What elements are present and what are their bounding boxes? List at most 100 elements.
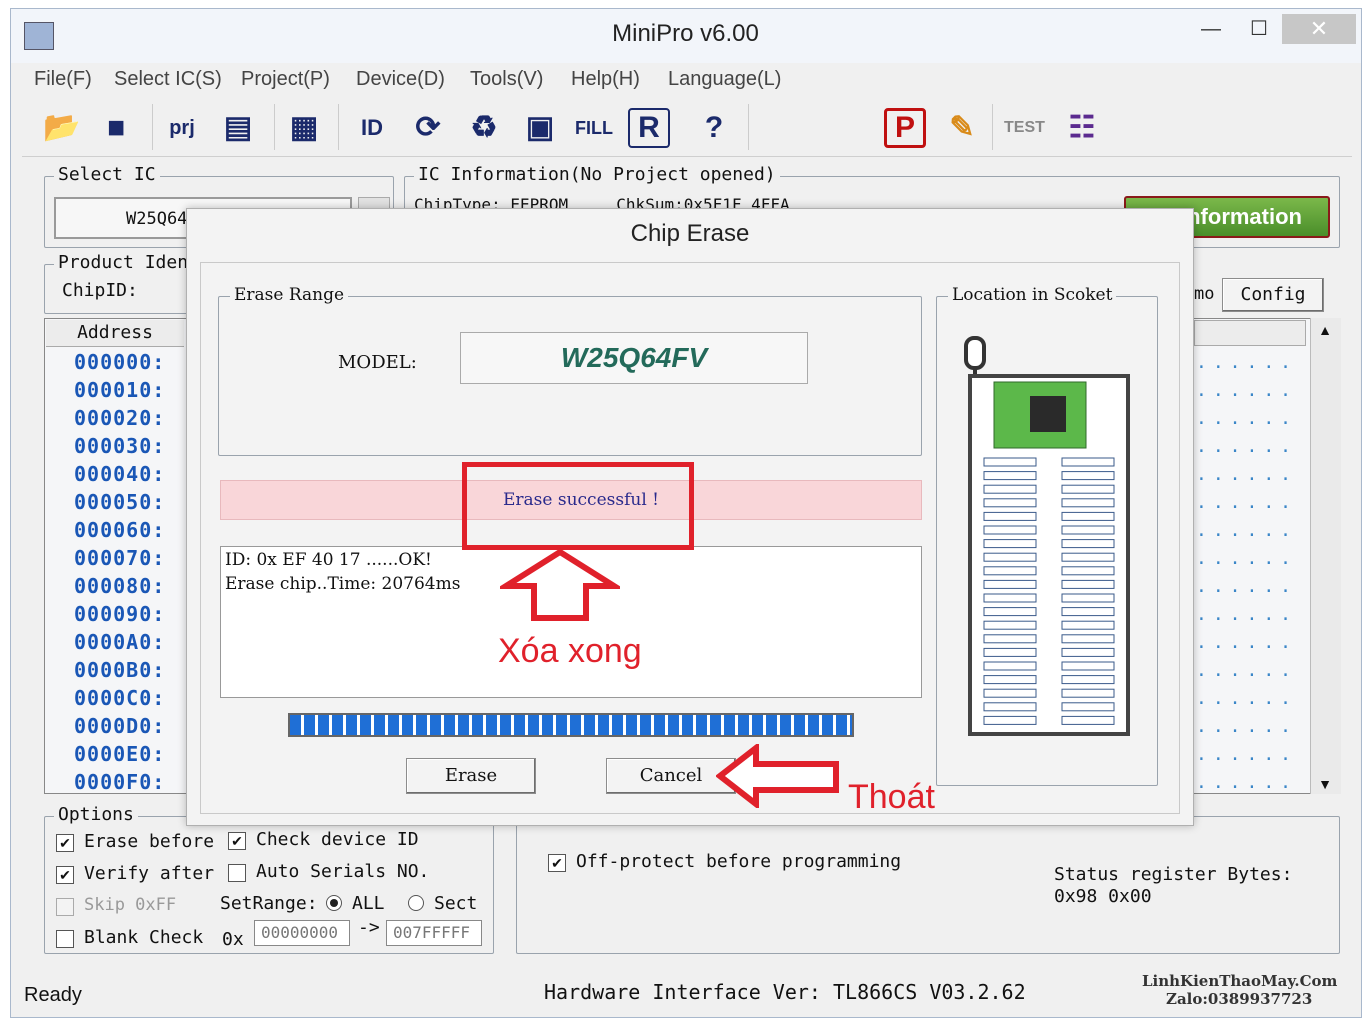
read-id-icon[interactable]: ID	[352, 108, 392, 148]
hex-ascii-row: ......	[1196, 604, 1298, 625]
maximize-button[interactable]: ☐	[1244, 14, 1274, 44]
skip-ff-label: Skip 0xFF	[84, 895, 177, 915]
range-all-radio[interactable]	[326, 895, 342, 911]
socket-pin	[983, 661, 1037, 671]
verify-icon[interactable]: ♻	[464, 108, 504, 148]
read-chip-icon[interactable]: R	[628, 108, 670, 148]
dialog-title: Chip Erase	[630, 220, 750, 247]
set-range-label: SetRange:	[220, 893, 318, 914]
address-row: 000030:	[74, 434, 166, 458]
range-sect-radio[interactable]	[408, 895, 424, 911]
socket-pin	[1061, 661, 1115, 671]
hex-ascii-row: ......	[1196, 436, 1298, 457]
edit-icon[interactable]: ✎	[942, 108, 982, 148]
done-annotation-text: Xóa xong	[498, 632, 642, 670]
socket-pin	[983, 539, 1037, 549]
model-value: W25Q64FV	[460, 332, 808, 384]
menu-project[interactable]: Project(P)	[241, 68, 330, 91]
erase-range-label: Erase Range	[230, 285, 349, 305]
address-row: 0000B0:	[74, 658, 166, 682]
range-sect-label: Sect	[434, 893, 478, 914]
menu-file[interactable]: File(F)	[34, 68, 92, 91]
skip-ff-checkbox[interactable]	[56, 898, 74, 916]
hex-ascii-row: ......	[1196, 520, 1298, 541]
menu-device[interactable]: Device(D)	[356, 68, 445, 91]
auto-serials-checkbox[interactable]	[228, 864, 246, 882]
hex-ascii-row: ......	[1196, 548, 1298, 569]
open-folder-icon[interactable]: 📂	[42, 108, 82, 148]
close-button[interactable]: ✕	[1282, 14, 1356, 44]
chip-id-label: ChipID:	[62, 280, 138, 301]
range-end-field[interactable]: 007FFFFF	[386, 920, 482, 946]
hex-ascii-row: ......	[1196, 352, 1298, 373]
read-icon[interactable]: ⟳	[408, 108, 448, 148]
status-register-label: Status register Bytes:	[1054, 864, 1293, 885]
check-device-id-checkbox[interactable]: ✔	[228, 832, 246, 850]
socket-pin	[1061, 471, 1115, 481]
hex-scrollbar[interactable]	[1310, 318, 1341, 794]
hex-ascii-row: ......	[1196, 464, 1298, 485]
socket-pin	[983, 607, 1037, 617]
socket-pin	[983, 511, 1037, 521]
verify-after-checkbox[interactable]: ✔	[56, 866, 74, 884]
log-line: ID: 0x EF 40 17 ......OK!	[225, 550, 432, 570]
blank-check-icon[interactable]: ▣	[520, 108, 560, 148]
minimize-button[interactable]: —	[1196, 14, 1226, 44]
address-row: 0000C0:	[74, 686, 166, 710]
tab-demo[interactable]: mo	[1194, 284, 1214, 304]
exit-annotation-text: Thoát	[848, 778, 935, 816]
socket-pin	[983, 552, 1037, 562]
menu-select-ic[interactable]: Select IC(S)	[114, 68, 222, 91]
address-row: 000040:	[74, 462, 166, 486]
hex-ascii-row: ......	[1196, 716, 1298, 737]
verify-after-label: Verify after	[84, 863, 215, 884]
status-register-values: 0x98 0x00	[1054, 886, 1152, 907]
off-protect-checkbox[interactable]: ✔	[548, 854, 566, 872]
blank-check-checkbox[interactable]	[56, 930, 74, 948]
open-project-icon[interactable]: prj	[162, 108, 202, 148]
fill-icon[interactable]: FILL	[574, 108, 614, 148]
socket-pin	[1061, 457, 1115, 467]
erase-button[interactable]: Erase	[406, 758, 536, 794]
socket-pin	[1061, 525, 1115, 535]
hex-prefix-label: 0x	[222, 929, 244, 950]
range-start-field[interactable]: 00000000	[254, 920, 350, 946]
range-arrow: ->	[358, 917, 380, 938]
tab-config[interactable]: Config	[1222, 278, 1324, 312]
socket-pin	[1061, 702, 1115, 712]
test-icon[interactable]: TEST	[1004, 108, 1045, 148]
chip-list-icon[interactable]: ▦	[284, 108, 324, 148]
socket-pin	[1061, 593, 1115, 603]
up-arrow-annotation	[500, 548, 620, 621]
toolbar-separator	[152, 104, 153, 150]
toolbar: 📂 ■ prj ▤ ▦ ID ⟳ ♻ ▣ FILL R ? P ✎ TEST ☷	[22, 100, 1352, 157]
options-label: Options	[54, 804, 138, 825]
socket-pin	[983, 484, 1037, 494]
socket-pin	[1061, 511, 1115, 521]
socket-icon[interactable]: ☷	[1062, 108, 1102, 148]
socket-pin	[983, 579, 1037, 589]
program-icon[interactable]: P	[884, 108, 926, 148]
toolbar-separator	[992, 104, 993, 150]
hex-ascii-row: ......	[1196, 380, 1298, 401]
erase-before-checkbox[interactable]: ✔	[56, 834, 74, 852]
save-icon[interactable]: ■	[96, 108, 136, 148]
log-line: Erase chip..Time: 20764ms	[225, 574, 461, 594]
socket-pin	[983, 593, 1037, 603]
menu-help[interactable]: Help(H)	[571, 68, 640, 91]
watermark-site: LinhKienThaoMay.Com	[1142, 972, 1338, 990]
socket-pin	[1061, 552, 1115, 562]
help-icon[interactable]: ?	[694, 108, 734, 148]
scroll-down-icon[interactable]: ▼	[1312, 776, 1338, 798]
hex-ascii-row: ......	[1196, 772, 1298, 793]
socket-pin	[983, 634, 1037, 644]
socket-pin	[1061, 498, 1115, 508]
window-title: MiniPro v6.00	[612, 20, 759, 47]
socket-pin	[1061, 620, 1115, 630]
address-row: 0000F0:	[74, 770, 166, 794]
menu-tools[interactable]: Tools(V)	[470, 68, 543, 91]
auto-serials-label: Auto Serials NO.	[256, 861, 430, 882]
menu-language[interactable]: Language(L)	[668, 68, 781, 91]
save-project-icon[interactable]: ▤	[218, 108, 258, 148]
scroll-up-icon[interactable]: ▲	[1312, 322, 1338, 344]
